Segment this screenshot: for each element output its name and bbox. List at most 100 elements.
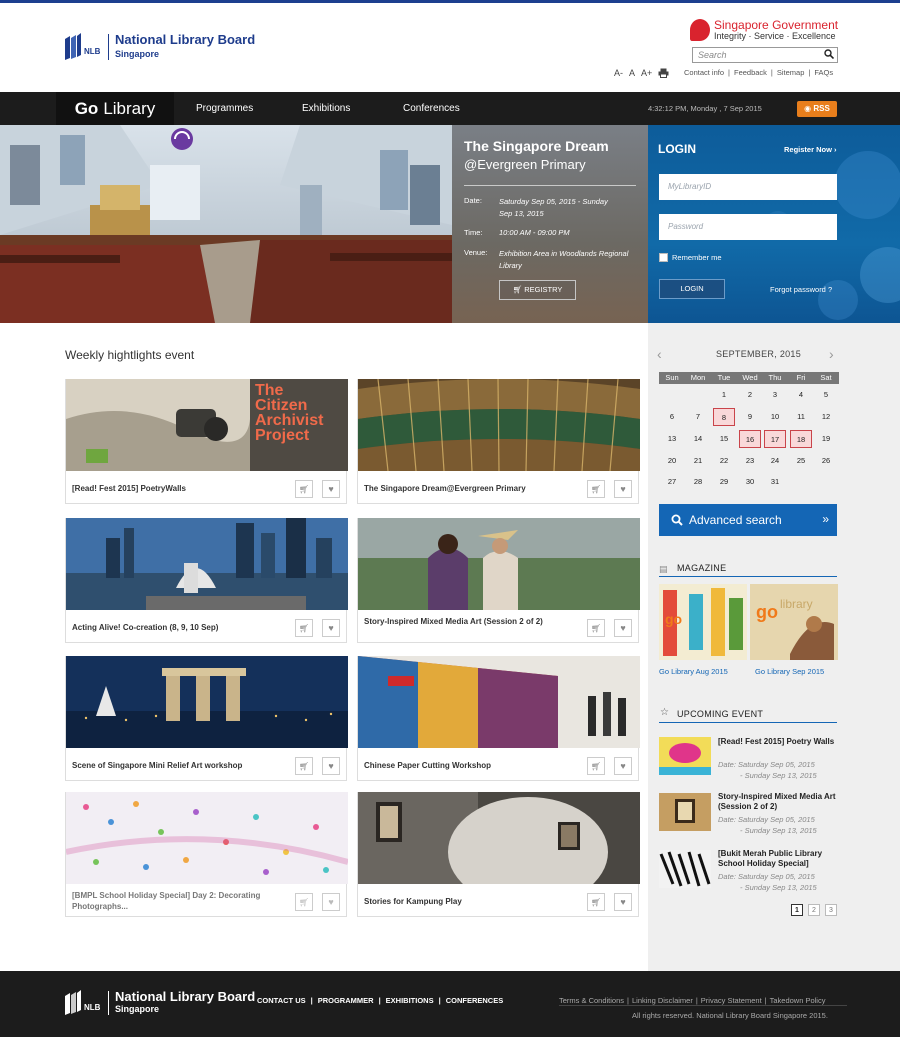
favorite-button[interactable]: ♥ [322, 480, 340, 498]
calendar-day[interactable]: 30 [739, 473, 761, 491]
footer-contact-us[interactable]: CONTACT US [257, 996, 306, 1005]
calendar-day[interactable]: 23 [739, 452, 761, 470]
search-icon[interactable] [824, 49, 834, 59]
calendar-day[interactable]: 17 [764, 430, 786, 448]
advanced-search-button[interactable]: Advanced search » [659, 504, 837, 536]
cart-button[interactable]: 🛒︎ [295, 893, 313, 911]
favorite-button[interactable]: ♥ [614, 619, 632, 637]
forgot-password-link[interactable]: Forgot password ? [770, 285, 832, 294]
upcoming-event-title[interactable]: [Bukit Merah Public Library School Holid… [718, 849, 843, 869]
calendar-day[interactable]: 14 [687, 430, 709, 448]
calendar-day[interactable]: 29 [713, 473, 735, 491]
pagination-page-3[interactable]: 3 [825, 904, 837, 916]
cart-button[interactable]: 🛒︎ [587, 619, 605, 637]
event-caption[interactable]: [Read! Fest 2015] PoetryWalls [72, 483, 282, 494]
event-card[interactable]: The Singapore Dream@Evergreen Primary 🛒︎… [357, 379, 640, 504]
calendar-day[interactable]: 27 [661, 473, 683, 491]
calendar-prev-icon[interactable]: ‹ [657, 346, 662, 362]
calendar-day[interactable]: 8 [713, 408, 735, 426]
cart-button[interactable]: 🛒︎ [295, 757, 313, 775]
calendar-day[interactable]: 26 [815, 452, 837, 470]
event-card[interactable]: [BMPL School Holiday Special] Day 2: Dec… [65, 792, 348, 917]
faqs-link[interactable]: FAQs [814, 68, 833, 77]
cart-button[interactable]: 🛒︎ [587, 757, 605, 775]
favorite-button[interactable]: ♥ [322, 619, 340, 637]
calendar-day[interactable]: 20 [661, 452, 683, 470]
footer-exhibitions[interactable]: EXHIBITIONS [386, 996, 434, 1005]
event-card[interactable]: Story-Inspired Mixed Media Art (Session … [357, 518, 640, 643]
calendar-day[interactable]: 24 [764, 452, 786, 470]
event-caption[interactable]: Stories for Kampung Play [364, 896, 574, 907]
nav-programmes[interactable]: Programmes [196, 92, 253, 125]
footer-conferences[interactable]: CONFERENCES [446, 996, 504, 1005]
nlb-logo[interactable]: NLB National Library Board Singapore [64, 32, 255, 62]
upcoming-thumb[interactable] [659, 737, 711, 775]
login-button[interactable]: LOGIN [659, 279, 725, 299]
favorite-button[interactable]: ♥ [614, 480, 632, 498]
upcoming-thumb[interactable] [659, 793, 711, 831]
singapore-government-logo[interactable]: Singapore Government Integrity · Service… [690, 18, 838, 42]
event-caption[interactable]: The Singapore Dream@Evergreen Primary [364, 483, 574, 494]
calendar-day[interactable]: 28 [687, 473, 709, 491]
upcoming-thumb[interactable] [659, 850, 711, 888]
library-id-input[interactable]: MyLibraryID [659, 174, 837, 200]
calendar-day[interactable]: 19 [815, 430, 837, 448]
calendar-next-icon[interactable]: › [829, 346, 834, 362]
favorite-button[interactable]: ♥ [614, 757, 632, 775]
cart-button[interactable]: 🛒︎ [587, 480, 605, 498]
go-library-brand[interactable]: Go Library [56, 92, 174, 125]
event-caption[interactable]: [BMPL School Holiday Special] Day 2: Dec… [72, 890, 282, 912]
registry-button[interactable]: 🛒︎ REGISTRY [499, 280, 576, 300]
footer-nlb-logo[interactable]: NLB National Library Board Singapore [64, 989, 255, 1017]
calendar-day[interactable]: 2 [739, 386, 761, 404]
cart-button[interactable]: 🛒︎ [295, 619, 313, 637]
feedback-link[interactable]: Feedback [734, 68, 767, 77]
calendar-day[interactable]: 9 [739, 408, 761, 426]
nav-exhibitions[interactable]: Exhibitions [302, 92, 350, 125]
event-caption[interactable]: Chinese Paper Cutting Workshop [364, 760, 574, 771]
print-icon[interactable] [658, 68, 669, 78]
pagination-page-1[interactable]: 1 [791, 904, 803, 916]
calendar-day[interactable]: 6 [661, 408, 683, 426]
cart-button[interactable]: 🛒︎ [587, 893, 605, 911]
calendar-day[interactable]: 5 [815, 386, 837, 404]
sitemap-link[interactable]: Sitemap [777, 68, 805, 77]
event-card[interactable]: Acting Alive! Co-creation (8, 9, 10 Sep)… [65, 518, 348, 643]
privacy-statement-link[interactable]: Privacy Statement [701, 996, 762, 1005]
calendar-day[interactable]: 31 [764, 473, 786, 491]
password-input[interactable]: Password [659, 214, 837, 240]
calendar-day[interactable]: 3 [764, 386, 786, 404]
calendar-day[interactable]: 1 [713, 386, 735, 404]
magazine-label-sep[interactable]: Go Library Sep 2015 [755, 667, 824, 676]
event-card[interactable]: The Citizen Archivist Project [Read! Fes… [65, 379, 348, 504]
font-decrease-button[interactable]: A- [614, 68, 623, 78]
event-card[interactable]: Scene of Singapore Mini Relief Art works… [65, 656, 348, 781]
magazine-cover-aug[interactable]: go [659, 584, 747, 660]
event-caption[interactable]: Acting Alive! Co-creation (8, 9, 10 Sep) [72, 622, 282, 633]
favorite-button[interactable]: ♥ [614, 893, 632, 911]
calendar-day[interactable]: 25 [790, 452, 812, 470]
calendar-day[interactable]: 16 [739, 430, 761, 448]
pagination-page-2[interactable]: 2 [808, 904, 820, 916]
favorite-button[interactable]: ♥ [322, 757, 340, 775]
calendar-day[interactable]: 22 [713, 452, 735, 470]
calendar-day[interactable]: 12 [815, 408, 837, 426]
calendar-day[interactable]: 18 [790, 430, 812, 448]
calendar-day[interactable]: 21 [687, 452, 709, 470]
event-card[interactable]: Chinese Paper Cutting Workshop 🛒︎ ♥ [357, 656, 640, 781]
search-input[interactable]: Search [692, 47, 838, 63]
footer-programmer[interactable]: PROGRAMMER [318, 996, 374, 1005]
register-now-link[interactable]: Register Now › [784, 145, 837, 154]
event-caption[interactable]: Scene of Singapore Mini Relief Art works… [72, 760, 282, 771]
remember-checkbox[interactable] [659, 253, 668, 262]
upcoming-event-title[interactable]: [Read! Fest 2015] Poetry Walls [718, 737, 843, 747]
calendar-day[interactable]: 15 [713, 430, 735, 448]
takedown-policy-link[interactable]: Takedown Policy [770, 996, 826, 1005]
nav-conferences[interactable]: Conferences [403, 92, 460, 125]
event-card[interactable]: Stories for Kampung Play 🛒︎ ♥ [357, 792, 640, 917]
terms-link[interactable]: Terms & Conditions [559, 996, 624, 1005]
calendar-day[interactable]: 13 [661, 430, 683, 448]
magazine-cover-sep[interactable]: go library [750, 584, 838, 660]
favorite-button[interactable]: ♥ [322, 893, 340, 911]
calendar-day[interactable]: 10 [764, 408, 786, 426]
